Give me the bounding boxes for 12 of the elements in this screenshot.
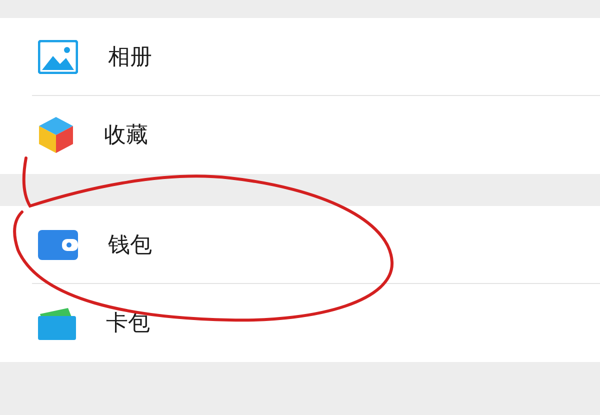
- menu-item[interactable]: 钱包: [0, 206, 600, 284]
- menu-item[interactable]: 卡包: [0, 284, 600, 362]
- menu-item-label: 钱包: [108, 232, 152, 260]
- menu-item[interactable]: 相册: [0, 18, 600, 96]
- cube-icon: [38, 116, 74, 154]
- menu-item-label: 收藏: [104, 122, 148, 150]
- wallet-icon: [38, 230, 78, 260]
- menu-item-label: 相册: [108, 44, 152, 72]
- menu-item-label: 卡包: [106, 310, 150, 338]
- menu-item[interactable]: 收藏: [0, 96, 600, 174]
- card-icon: [38, 306, 76, 340]
- picture-icon: [38, 40, 78, 74]
